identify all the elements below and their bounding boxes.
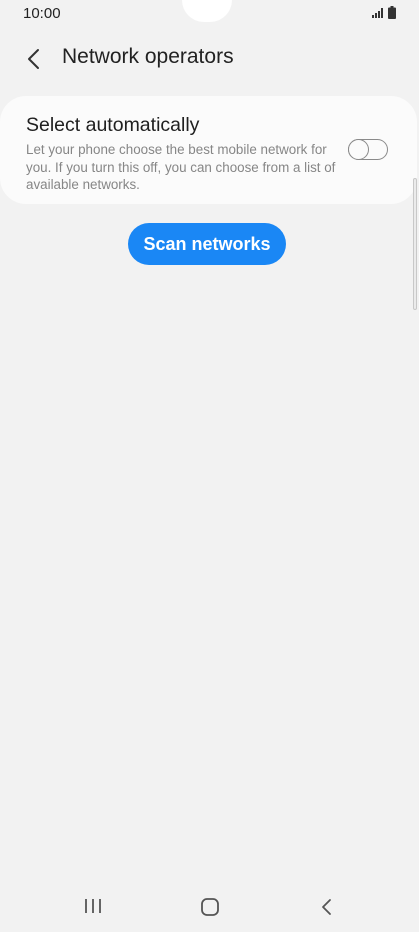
recent-apps-icon[interactable] [82, 896, 104, 916]
camera-notch [182, 0, 232, 22]
select-automatically-setting[interactable]: Select automatically Let your phone choo… [0, 96, 417, 204]
scrollbar[interactable] [413, 178, 417, 310]
chevron-left-icon [28, 49, 39, 69]
signal-icon [372, 8, 383, 18]
page-title: Network operators [62, 45, 234, 68]
home-icon[interactable] [199, 896, 221, 918]
header: Network operators [0, 28, 419, 90]
battery-icon [388, 6, 396, 19]
toggle-knob [348, 138, 369, 160]
back-button[interactable] [18, 43, 50, 75]
setting-description: Let your phone choose the best mobile ne… [26, 142, 336, 192]
status-bar: 10:00 [0, 0, 419, 28]
setting-title: Select automatically [26, 114, 200, 136]
navigation-bar [0, 884, 419, 932]
back-icon[interactable] [317, 896, 337, 918]
select-automatically-toggle[interactable] [348, 138, 388, 160]
status-time: 10:00 [23, 5, 61, 22]
scan-networks-button[interactable]: Scan networks [128, 223, 286, 265]
